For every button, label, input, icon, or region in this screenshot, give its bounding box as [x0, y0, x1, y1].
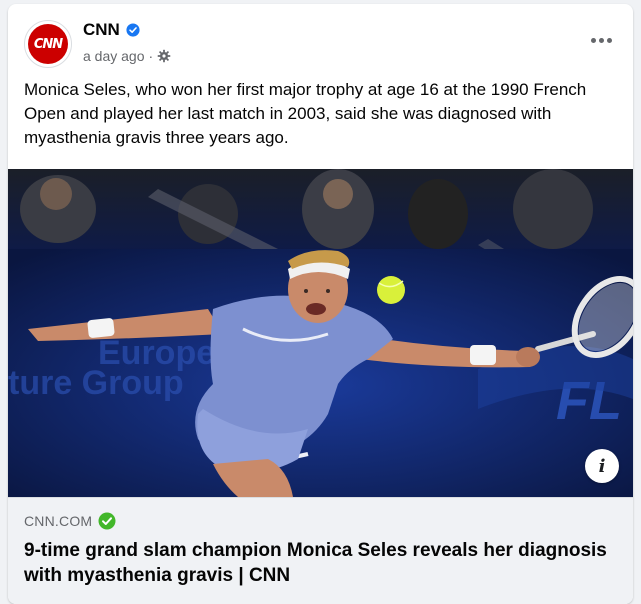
link-domain-row: CNN.COM: [24, 512, 116, 530]
link-domain: CNN.COM: [24, 513, 93, 529]
meta-separator: ·: [148, 48, 154, 64]
post-header: CNN CNN a day ago ·: [8, 4, 633, 74]
link-preview[interactable]: CNN.COM 9-time grand slam champion Monic…: [8, 497, 633, 604]
gear-icon[interactable]: [157, 49, 171, 63]
verified-badge-icon: [126, 23, 140, 37]
page-name-row: CNN: [83, 20, 140, 40]
check-circle-icon: [98, 512, 116, 530]
ad-text-group: ture Group: [8, 364, 184, 402]
page-avatar[interactable]: CNN: [24, 20, 72, 68]
cnn-logo: CNN: [28, 24, 68, 64]
timestamp[interactable]: a day ago: [83, 48, 145, 64]
post-card: CNN CNN a day ago · Monica Seles, who wo…: [8, 4, 633, 604]
page-name[interactable]: CNN: [83, 20, 120, 40]
more-options-icon[interactable]: [587, 30, 615, 50]
info-icon[interactable]: i: [585, 449, 619, 483]
post-photo[interactable]: European ture Group FL i: [8, 169, 633, 497]
post-meta: a day ago ·: [83, 48, 171, 64]
post-body-text: Monica Seles, who won her first major tr…: [24, 80, 587, 147]
link-headline[interactable]: 9-time grand slam champion Monica Seles …: [24, 538, 614, 588]
tennis-player-photo: European ture Group FL: [8, 169, 633, 497]
